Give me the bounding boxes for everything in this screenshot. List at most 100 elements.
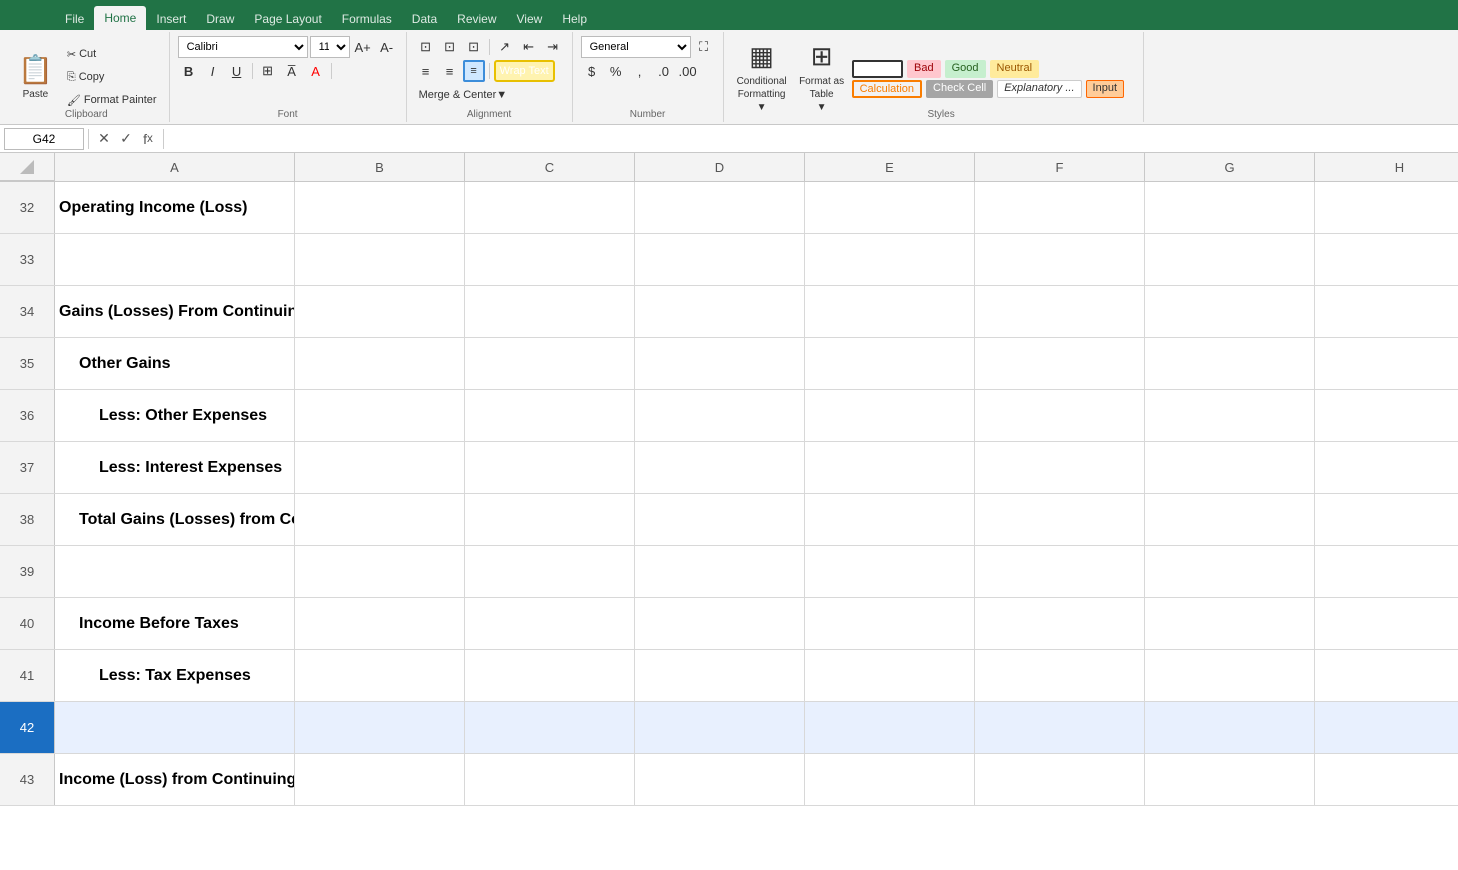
cell-e33[interactable] <box>805 234 975 285</box>
format-painter-button[interactable]: 🖌 Format Painter <box>63 89 161 111</box>
cell-g32[interactable] <box>1145 182 1315 233</box>
tab-page-layout[interactable]: Page Layout <box>244 8 331 30</box>
cell-h42[interactable] <box>1315 702 1458 753</box>
cell-d39[interactable] <box>635 546 805 597</box>
conditional-formatting-button[interactable]: ▦ Conditional Formatting ▼ <box>732 38 792 116</box>
formula-input[interactable] <box>168 130 1454 147</box>
row-header-36[interactable]: 36 <box>0 390 55 441</box>
currency-button[interactable]: $ <box>581 60 603 82</box>
tab-formulas[interactable]: Formulas <box>332 8 402 30</box>
decrease-font-button[interactable]: A- <box>376 36 398 58</box>
confirm-formula-button[interactable]: ✓ <box>115 128 137 150</box>
cell-b38[interactable] <box>295 494 465 545</box>
tab-draw[interactable]: Draw <box>196 8 244 30</box>
cell-h34[interactable] <box>1315 286 1458 337</box>
cell-b43[interactable] <box>295 754 465 805</box>
cell-d36[interactable] <box>635 390 805 441</box>
row-header-38[interactable]: 38 <box>0 494 55 545</box>
row-header-35[interactable]: 35 <box>0 338 55 389</box>
cell-a32[interactable]: Operating Income (Loss) <box>55 182 295 233</box>
col-header-c[interactable]: C <box>465 153 635 181</box>
cell-h32[interactable] <box>1315 182 1458 233</box>
font-name-selector[interactable]: Calibri <box>178 36 308 58</box>
cell-h38[interactable] <box>1315 494 1458 545</box>
dec-inc-button[interactable]: .0 <box>653 60 675 82</box>
cell-a39[interactable] <box>55 546 295 597</box>
cell-d41[interactable] <box>635 650 805 701</box>
cell-a40[interactable]: Income Before Taxes <box>55 598 295 649</box>
cell-f36[interactable] <box>975 390 1145 441</box>
cell-a34[interactable]: Gains (Losses) From Continuing Operation… <box>55 286 295 337</box>
cell-e41[interactable] <box>805 650 975 701</box>
align-top-right-button[interactable]: ⊡ <box>463 36 485 58</box>
align-center-button[interactable]: ≡ <box>439 60 461 82</box>
cell-d37[interactable] <box>635 442 805 493</box>
dec-dec-button[interactable]: .00 <box>677 60 699 82</box>
cell-c35[interactable] <box>465 338 635 389</box>
cell-d43[interactable] <box>635 754 805 805</box>
merge-center-button[interactable]: Merge & Center ▼ <box>415 84 512 106</box>
copy-button[interactable]: ⎘ Copy <box>63 66 161 88</box>
cell-b37[interactable] <box>295 442 465 493</box>
cell-d35[interactable] <box>635 338 805 389</box>
bold-button[interactable]: B <box>178 60 200 82</box>
cell-c38[interactable] <box>465 494 635 545</box>
cut-button[interactable]: ✂ Cut <box>63 43 161 65</box>
number-format-dialog[interactable]: ⛶ <box>693 36 715 58</box>
cell-c41[interactable] <box>465 650 635 701</box>
cell-a41[interactable]: Less: Tax Expenses <box>55 650 295 701</box>
fill-color-button[interactable]: A̅ <box>281 60 303 82</box>
cell-e34[interactable] <box>805 286 975 337</box>
cell-f33[interactable] <box>975 234 1145 285</box>
increase-font-button[interactable]: A+ <box>352 36 374 58</box>
cell-f42[interactable] <box>975 702 1145 753</box>
cell-c34[interactable] <box>465 286 635 337</box>
col-header-h[interactable]: H <box>1315 153 1458 181</box>
cell-e42[interactable] <box>805 702 975 753</box>
cell-f32[interactable] <box>975 182 1145 233</box>
tab-file[interactable]: File <box>55 8 94 30</box>
style-normal[interactable]: Normal <box>852 60 903 78</box>
row-header-43[interactable]: 43 <box>0 754 55 805</box>
cell-b33[interactable] <box>295 234 465 285</box>
cell-g38[interactable] <box>1145 494 1315 545</box>
cell-g41[interactable] <box>1145 650 1315 701</box>
cell-b40[interactable] <box>295 598 465 649</box>
cell-b34[interactable] <box>295 286 465 337</box>
cell-h37[interactable] <box>1315 442 1458 493</box>
italic-button[interactable]: I <box>202 60 224 82</box>
comma-button[interactable]: , <box>629 60 651 82</box>
cell-a35[interactable]: Other Gains <box>55 338 295 389</box>
cell-e43[interactable] <box>805 754 975 805</box>
cell-g37[interactable] <box>1145 442 1315 493</box>
format-as-table-button[interactable]: ⊞ Format as Table ▼ <box>792 38 852 116</box>
style-good[interactable]: Good <box>945 60 986 78</box>
font-size-selector[interactable]: 11 <box>310 36 350 58</box>
cell-f43[interactable] <box>975 754 1145 805</box>
col-header-a[interactable]: A <box>55 153 295 181</box>
cell-d32[interactable] <box>635 182 805 233</box>
style-calculation[interactable]: Calculation <box>852 80 922 98</box>
cell-e35[interactable] <box>805 338 975 389</box>
cell-e40[interactable] <box>805 598 975 649</box>
cell-d42[interactable] <box>635 702 805 753</box>
style-bad[interactable]: Bad <box>907 60 941 78</box>
cell-e36[interactable] <box>805 390 975 441</box>
cell-h39[interactable] <box>1315 546 1458 597</box>
style-explanatory[interactable]: Explanatory ... <box>997 80 1081 98</box>
cell-c40[interactable] <box>465 598 635 649</box>
cell-g42[interactable] <box>1145 702 1315 753</box>
cell-b39[interactable] <box>295 546 465 597</box>
cell-d40[interactable] <box>635 598 805 649</box>
col-header-d[interactable]: D <box>635 153 805 181</box>
orient-button[interactable]: ↗ <box>494 36 516 58</box>
cell-g39[interactable] <box>1145 546 1315 597</box>
cell-c43[interactable] <box>465 754 635 805</box>
cell-b35[interactable] <box>295 338 465 389</box>
cell-c33[interactable] <box>465 234 635 285</box>
align-right-button[interactable]: ≡ <box>463 60 485 82</box>
row-header-39[interactable]: 39 <box>0 546 55 597</box>
cell-g35[interactable] <box>1145 338 1315 389</box>
cancel-formula-button[interactable]: ✕ <box>93 128 115 150</box>
col-header-e[interactable]: E <box>805 153 975 181</box>
